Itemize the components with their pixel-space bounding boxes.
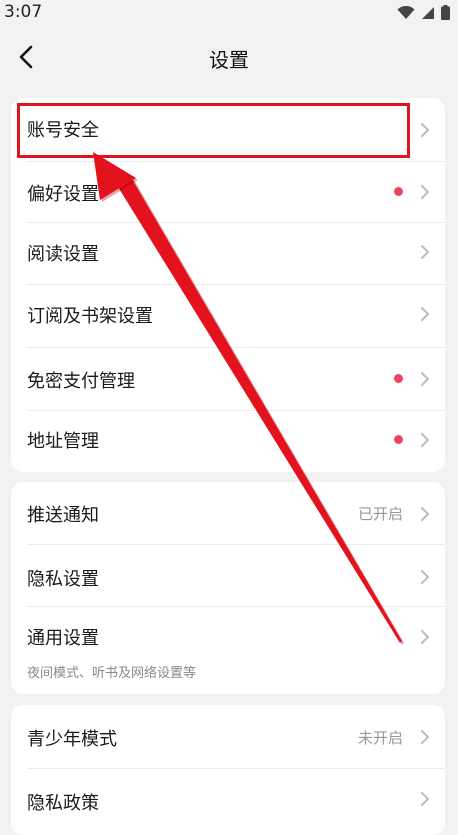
settings-item-subtitle: 夜间模式、听书及网络设置等 xyxy=(27,666,197,681)
settings-card-more: 青少年模式 未开启 隐私政策 xyxy=(11,705,445,835)
chevron-right-icon xyxy=(421,372,429,386)
chevron-right-icon xyxy=(421,792,429,806)
notification-dot xyxy=(394,374,403,383)
settings-item-label: 阅读设置 xyxy=(27,244,99,265)
chevron-right-icon xyxy=(421,730,429,744)
chevron-right-icon xyxy=(421,307,429,321)
signal-icon xyxy=(422,6,434,19)
settings-item-label: 隐私政策 xyxy=(27,793,99,814)
settings-item-label: 推送通知 xyxy=(27,505,99,526)
chevron-right-icon xyxy=(421,185,429,199)
settings-item-label: 青少年模式 xyxy=(27,729,117,750)
settings-item-password-free-payment[interactable]: 免密支付管理 xyxy=(11,348,445,410)
settings-item-label: 隐私设置 xyxy=(27,569,99,590)
page-title: 设置 xyxy=(209,48,249,72)
status-value: 已开启 xyxy=(357,505,403,523)
settings-item-label: 订阅及书架设置 xyxy=(27,306,153,327)
status-bar: 3:07 xyxy=(0,0,458,26)
chevron-right-icon xyxy=(421,507,429,521)
status-time: 3:07 xyxy=(4,2,43,22)
settings-card-notifications: 推送通知 已开启 隐私设置 通用设置 夜间模式、听书及网络设置等 xyxy=(11,482,445,694)
status-value: 未开启 xyxy=(357,729,403,747)
settings-item-address[interactable]: 地址管理 xyxy=(11,411,445,472)
settings-item-privacy-settings[interactable]: 隐私设置 xyxy=(11,545,445,606)
chevron-right-icon xyxy=(421,570,429,584)
chevron-right-icon xyxy=(421,630,429,644)
settings-item-label: 地址管理 xyxy=(27,431,99,452)
settings-item-reading[interactable]: 阅读设置 xyxy=(11,223,445,284)
settings-item-label: 偏好设置 xyxy=(27,184,99,205)
status-icons xyxy=(397,5,450,20)
wifi-icon xyxy=(397,5,415,19)
settings-item-label: 通用设置 xyxy=(27,628,99,649)
settings-item-label: 免密支付管理 xyxy=(27,371,135,392)
annotation-highlight-box xyxy=(17,103,410,158)
settings-item-push-notifications[interactable]: 推送通知 已开启 xyxy=(11,482,445,544)
battery-icon xyxy=(441,5,450,20)
settings-item-privacy-policy[interactable]: 隐私政策 xyxy=(11,769,445,831)
settings-item-general[interactable]: 通用设置 夜间模式、听书及网络设置等 xyxy=(11,607,445,694)
chevron-right-icon xyxy=(421,245,429,259)
settings-item-subscription-shelf[interactable]: 订阅及书架设置 xyxy=(11,285,445,347)
settings-item-teen-mode[interactable]: 青少年模式 未开启 xyxy=(11,705,445,768)
settings-item-preferences[interactable]: 偏好设置 xyxy=(11,162,445,223)
chevron-right-icon xyxy=(421,433,429,447)
notification-dot xyxy=(394,435,403,444)
chevron-right-icon xyxy=(421,123,429,137)
notification-dot xyxy=(394,187,403,196)
header: 设置 xyxy=(0,30,458,86)
